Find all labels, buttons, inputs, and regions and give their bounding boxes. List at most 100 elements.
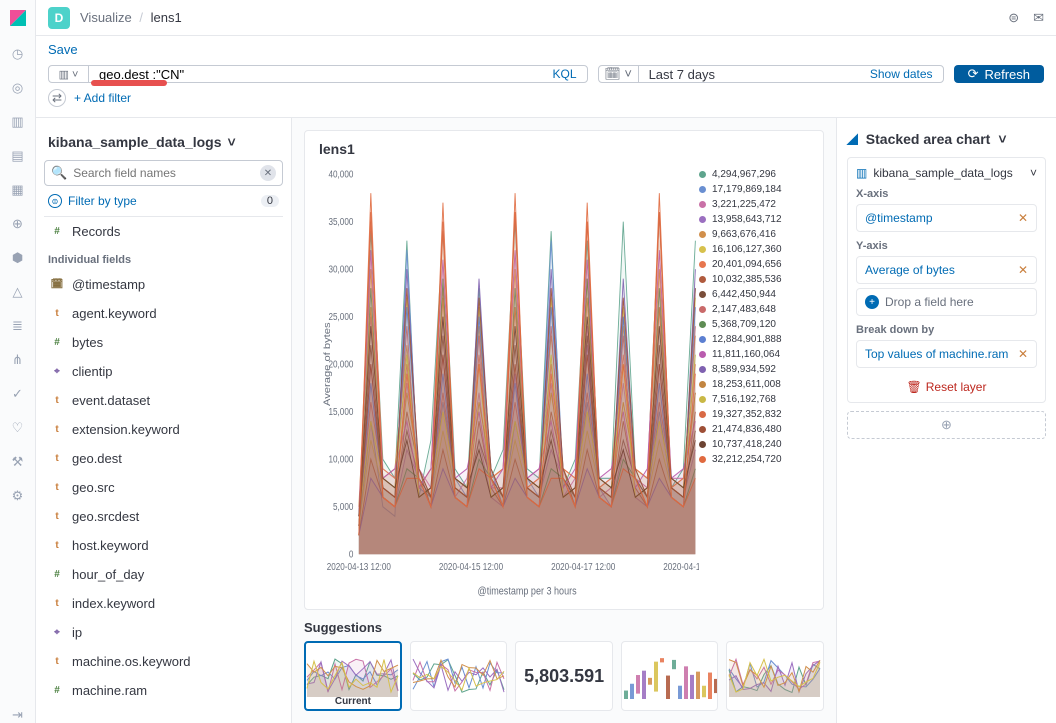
datasource-selector[interactable]: kibana_sample_data_logs ˅	[44, 130, 283, 160]
filter-by-type[interactable]: ⊜ Filter by type 0	[44, 186, 283, 216]
y-axis-drop-zone[interactable]: + Drop a field here	[856, 288, 1037, 316]
breakdown-dimension[interactable]: Top values of machine.ram ✕	[856, 340, 1037, 368]
add-layer-button[interactable]: ⊕	[847, 411, 1046, 439]
space-badge[interactable]: D	[48, 7, 70, 29]
management-icon[interactable]: ⚙	[10, 488, 26, 504]
legend-item[interactable]: 20,401,094,656	[699, 259, 809, 270]
date-picker[interactable]: 🗓 ˅ Last 7 days Show dates	[598, 65, 944, 83]
field-item[interactable]: thost.keyword	[44, 531, 283, 560]
legend-item[interactable]: 10,032,385,536	[699, 274, 809, 285]
number-icon: #	[50, 225, 64, 239]
collapse-icon[interactable]: ⇥	[10, 707, 26, 723]
calendar-icon[interactable]: 🗓 ˅	[599, 66, 639, 82]
field-item[interactable]: 🗓@timestamp	[44, 270, 283, 299]
reset-layer-button[interactable]: 🗑 Reset layer	[856, 372, 1037, 394]
field-search[interactable]: 🔍 ✕	[44, 160, 283, 186]
field-item[interactable]: tagent.keyword	[44, 299, 283, 328]
mini-chart-icon	[726, 653, 824, 699]
suggestion-card[interactable]	[410, 641, 508, 711]
uptime-icon[interactable]: ✓	[10, 386, 26, 402]
mail-icon[interactable]: ✉	[1033, 10, 1044, 26]
legend-item[interactable]: 8,589,934,592	[699, 364, 809, 375]
save-link[interactable]: Save	[48, 42, 78, 57]
y-axis-dimension[interactable]: Average of bytes ✕	[856, 256, 1037, 284]
legend-item[interactable]: 9,663,676,416	[699, 229, 809, 240]
canvas-icon[interactable]: ▦	[10, 182, 26, 198]
legend-item[interactable]: 16,106,127,360	[699, 244, 809, 255]
chart-title: lens1	[319, 141, 809, 157]
legend-item[interactable]: 19,327,352,832	[699, 409, 809, 420]
remove-icon[interactable]: ✕	[1018, 263, 1028, 277]
remove-icon[interactable]: ✕	[1018, 211, 1028, 225]
legend-item[interactable]: 32,212,254,720	[699, 454, 809, 465]
suggestion-card[interactable]: Current	[304, 641, 402, 711]
field-item[interactable]: tgeo.src	[44, 473, 283, 502]
discover-icon[interactable]: ◎	[10, 80, 26, 96]
field-item[interactable]: #bytes	[44, 328, 283, 357]
legend-item[interactable]: 17,179,869,184	[699, 184, 809, 195]
dev-tools-icon[interactable]: ⚒	[10, 454, 26, 470]
field-item[interactable]: textension.keyword	[44, 415, 283, 444]
apm-icon[interactable]: ⋔	[10, 352, 26, 368]
legend-item[interactable]: 2,147,483,648	[699, 304, 809, 315]
remove-icon[interactable]: ✕	[1018, 347, 1028, 361]
legend-item[interactable]: 13,958,643,712	[699, 214, 809, 225]
records-item[interactable]: # Records	[44, 217, 283, 246]
layer-index-selector[interactable]: ▥ kibana_sample_data_logs ˅	[856, 166, 1037, 180]
svg-text:2020-04-15 12:00: 2020-04-15 12:00	[439, 561, 503, 572]
kibana-logo-icon[interactable]	[8, 8, 28, 28]
siem-icon[interactable]: ♡	[10, 420, 26, 436]
legend-item[interactable]: 7,516,192,768	[699, 394, 809, 405]
breadcrumb-section[interactable]: Visualize	[80, 10, 132, 25]
field-item[interactable]: #machine.ram	[44, 676, 283, 705]
field-item[interactable]: tevent.dataset	[44, 386, 283, 415]
legend-item[interactable]: 4,294,967,296	[699, 169, 809, 180]
ml-icon[interactable]: ⬢	[10, 250, 26, 266]
maps-icon[interactable]: ⊕	[10, 216, 26, 232]
svg-text:@timestamp per 3 hours: @timestamp per 3 hours	[478, 586, 577, 598]
suggestion-card[interactable]	[621, 641, 719, 711]
legend-item[interactable]: 3,221,225,472	[699, 199, 809, 210]
legend-dot	[699, 411, 706, 418]
field-item[interactable]: tgeo.dest	[44, 444, 283, 473]
dashboard-icon[interactable]: ▤	[10, 148, 26, 164]
legend-item[interactable]: 21,474,836,480	[699, 424, 809, 435]
x-axis-dimension[interactable]: @timestamp ✕	[856, 204, 1037, 232]
field-item[interactable]: tgeo.srcdest	[44, 502, 283, 531]
filter-options-icon[interactable]: ⇄	[48, 89, 66, 107]
clear-icon[interactable]: ✕	[260, 165, 276, 181]
field-type-icon: t	[50, 597, 64, 611]
legend-item[interactable]: 18,253,611,008	[699, 379, 809, 390]
recent-icon[interactable]: ◷	[10, 46, 26, 62]
newsfeed-icon[interactable]: ⊜	[1008, 10, 1019, 26]
legend-item[interactable]: 11,811,160,064	[699, 349, 809, 360]
suggestion-card[interactable]	[726, 641, 824, 711]
legend-item[interactable]: 10,737,418,240	[699, 439, 809, 450]
suggestion-card[interactable]: 5,803.591	[515, 641, 613, 711]
saved-query-menu[interactable]: ▥ ˅	[49, 66, 89, 82]
metrics-icon[interactable]: △	[10, 284, 26, 300]
area-chart-icon: ◢	[847, 130, 858, 147]
legend-item[interactable]: 6,442,450,944	[699, 289, 809, 300]
add-filter-link[interactable]: + Add filter	[74, 91, 131, 105]
query-input-group: ▥ ˅ KQL	[48, 65, 588, 83]
legend-item[interactable]: 5,368,709,120	[699, 319, 809, 330]
query-language-toggle[interactable]: KQL	[543, 66, 587, 82]
logs-icon[interactable]: ≣	[10, 318, 26, 334]
field-item[interactable]: tmachine.os.keyword	[44, 647, 283, 676]
field-search-input[interactable]	[73, 166, 254, 180]
show-dates-link[interactable]: Show dates	[860, 67, 943, 81]
field-item[interactable]: ⌖ip	[44, 618, 283, 647]
field-item[interactable]: ⌖clientip	[44, 357, 283, 386]
field-item[interactable]: tindex.keyword	[44, 589, 283, 618]
refresh-button[interactable]: ⟳ Refresh	[954, 65, 1044, 83]
legend-dot	[699, 366, 706, 373]
field-type-icon: t	[50, 510, 64, 524]
chart-type-selector[interactable]: ◢ Stacked area chart ˅	[847, 130, 1046, 147]
field-item[interactable]: #hour_of_day	[44, 560, 283, 589]
legend-item[interactable]: 12,884,901,888	[699, 334, 809, 345]
visualize-icon[interactable]: ▥	[10, 114, 26, 130]
mini-chart-icon	[621, 653, 719, 699]
save-row: Save	[36, 36, 1056, 57]
chart-plot[interactable]: 05,00010,00015,00020,00025,00030,00035,0…	[319, 163, 699, 599]
